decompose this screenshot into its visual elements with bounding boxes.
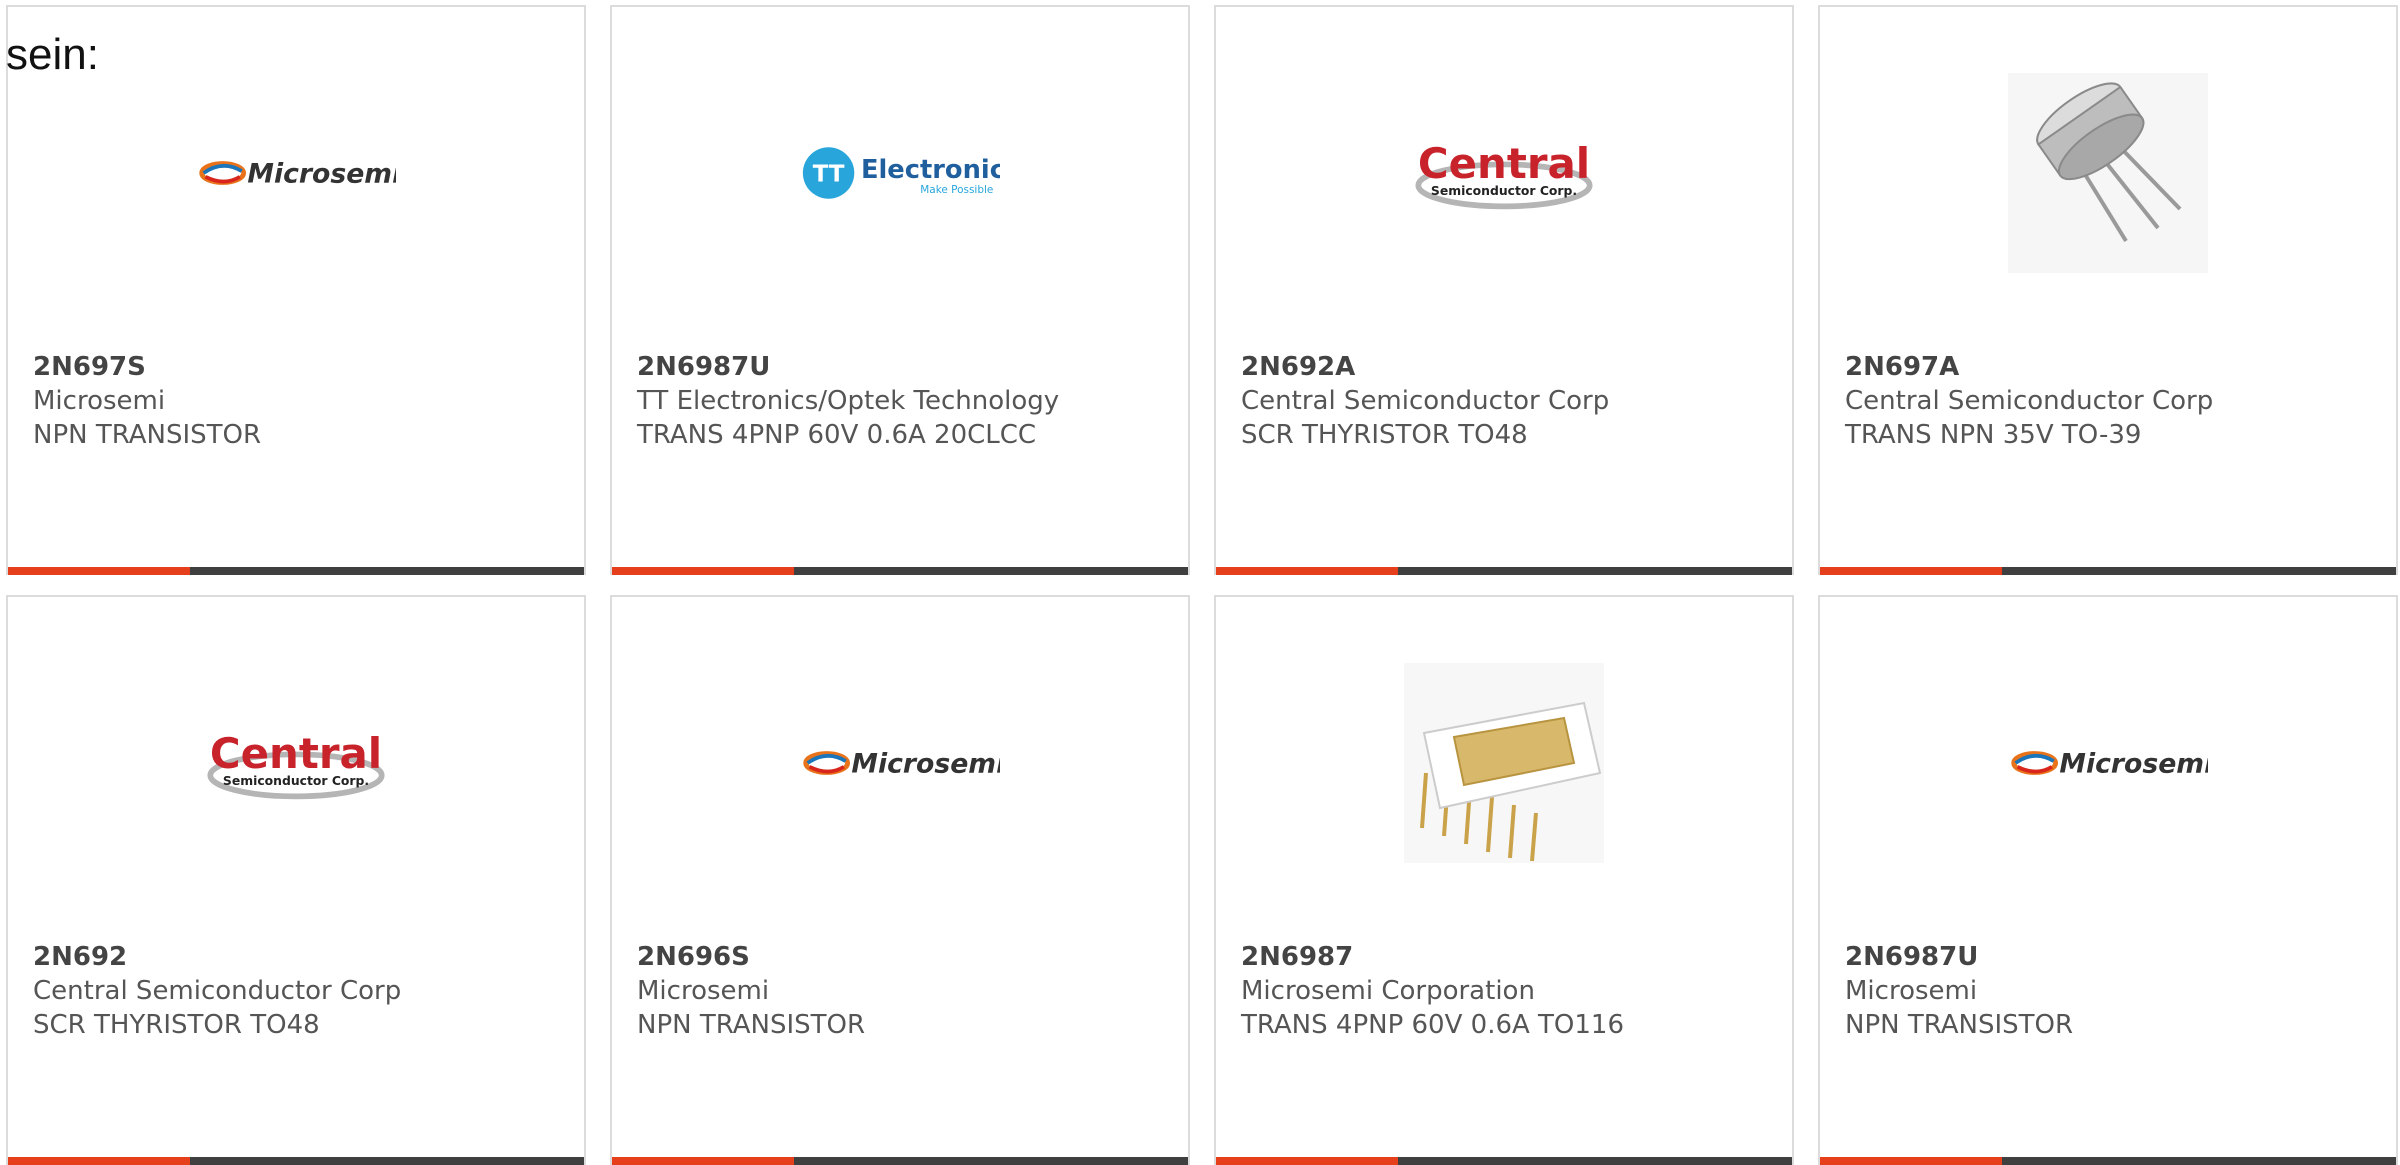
- svg-text:Microsemi: Microsemi: [247, 159, 396, 190]
- central-semiconductor-logo-icon: Central Semiconductor Corp.: [1404, 73, 1604, 273]
- part-number: 2N6987U: [1845, 942, 1979, 972]
- product-info: 2N696S Microsemi NPN TRANSISTOR: [637, 940, 865, 1042]
- product-card[interactable]: Microsemi 2N697S Microsemi NPN TRANSISTO…: [6, 5, 586, 575]
- microsemi-logo-icon: Microsemi: [2008, 663, 2208, 863]
- manufacturer: Central Semiconductor Corp: [33, 976, 402, 1006]
- part-number: 2N692: [33, 942, 128, 972]
- product-card[interactable]: Microsemi 2N696S Microsemi NPN TRANSISTO…: [610, 595, 1190, 1165]
- card-accent-bar: [1216, 567, 1792, 575]
- product-card[interactable]: Microsemi 2N6987U Microsemi NPN TRANSIST…: [1818, 595, 2398, 1165]
- description: NPN TRANSISTOR: [1845, 1010, 2074, 1040]
- product-info: 2N6987U TT Electronics/Optek Technology …: [637, 350, 1059, 452]
- product-info: 2N6987U Microsemi NPN TRANSISTOR: [1845, 940, 2073, 1042]
- card-accent-bar: [8, 1157, 584, 1165]
- product-card[interactable]: Central Semiconductor Corp. 2N692A Centr…: [1214, 5, 1794, 575]
- card-accent-bar: [1820, 1157, 2396, 1165]
- product-info: 2N692A Central Semiconductor Corp SCR TH…: [1241, 350, 1609, 452]
- intro-text: sein:: [6, 30, 99, 79]
- card-accent-bar: [612, 567, 1188, 575]
- manufacturer: Microsemi Corporation: [1241, 976, 1535, 1006]
- product-grid: Microsemi 2N697S Microsemi NPN TRANSISTO…: [6, 5, 2398, 1165]
- product-card[interactable]: 2N697A Central Semiconductor Corp TRANS …: [1818, 5, 2398, 575]
- part-number: 2N697A: [1845, 352, 1960, 382]
- description: TRANS NPN 35V TO-39: [1845, 420, 2142, 450]
- manufacturer: Microsemi: [33, 386, 166, 416]
- card-accent-bar: [1216, 1157, 1792, 1165]
- microsemi-logo-icon: Microsemi: [196, 73, 396, 273]
- description: TRANS 4PNP 60V 0.6A 20CLCC: [637, 420, 1037, 450]
- product-card[interactable]: TT Electronics Make Possible 2N6987U TT …: [610, 5, 1190, 575]
- part-number: 2N692A: [1241, 352, 1356, 382]
- card-accent-bar: [8, 567, 584, 575]
- product-card[interactable]: Central Semiconductor Corp. 2N692 Centra…: [6, 595, 586, 1165]
- microsemi-logo-icon: Microsemi: [800, 663, 1000, 863]
- tt-electronics-logo-icon: TT Electronics Make Possible: [800, 73, 1000, 273]
- part-number: 2N6987U: [637, 352, 771, 382]
- svg-text:Electronics: Electronics: [861, 155, 1000, 185]
- svg-text:Semiconductor Corp.: Semiconductor Corp.: [1431, 184, 1577, 198]
- svg-text:Microsemi: Microsemi: [2059, 749, 2208, 780]
- svg-text:TT: TT: [813, 162, 845, 188]
- description: SCR THYRISTOR TO48: [33, 1010, 320, 1040]
- manufacturer: TT Electronics/Optek Technology: [637, 386, 1060, 416]
- svg-text:Microsemi: Microsemi: [851, 749, 1000, 780]
- description: NPN TRANSISTOR: [637, 1010, 866, 1040]
- card-accent-bar: [612, 1157, 1188, 1165]
- manufacturer: Central Semiconductor Corp: [1845, 386, 2214, 416]
- svg-text:Make Possible: Make Possible: [920, 184, 993, 196]
- product-info: 2N692 Central Semiconductor Corp SCR THY…: [33, 940, 401, 1042]
- manufacturer: Central Semiconductor Corp: [1241, 386, 1610, 416]
- dip-ic-photo-icon: [1404, 663, 1604, 863]
- description: NPN TRANSISTOR: [33, 420, 262, 450]
- manufacturer: Microsemi: [1845, 976, 1978, 1006]
- svg-text:Semiconductor Corp.: Semiconductor Corp.: [223, 774, 369, 788]
- svg-text:Central: Central: [1418, 139, 1590, 188]
- description: TRANS 4PNP 60V 0.6A TO116: [1241, 1010, 1625, 1040]
- product-info: 2N697A Central Semiconductor Corp TRANS …: [1845, 350, 2213, 452]
- description: SCR THYRISTOR TO48: [1241, 420, 1528, 450]
- svg-text:Central: Central: [210, 729, 382, 778]
- manufacturer: Microsemi: [637, 976, 770, 1006]
- product-info: 2N6987 Microsemi Corporation TRANS 4PNP …: [1241, 940, 1624, 1042]
- card-accent-bar: [1820, 567, 2396, 575]
- part-number: 2N697S: [33, 352, 146, 382]
- product-info: 2N697S Microsemi NPN TRANSISTOR: [33, 350, 261, 452]
- central-semiconductor-logo-icon: Central Semiconductor Corp.: [196, 663, 396, 863]
- transistor-photo-icon: [2008, 73, 2208, 273]
- product-card[interactable]: 2N6987 Microsemi Corporation TRANS 4PNP …: [1214, 595, 1794, 1165]
- part-number: 2N696S: [637, 942, 750, 972]
- part-number: 2N6987: [1241, 942, 1354, 972]
